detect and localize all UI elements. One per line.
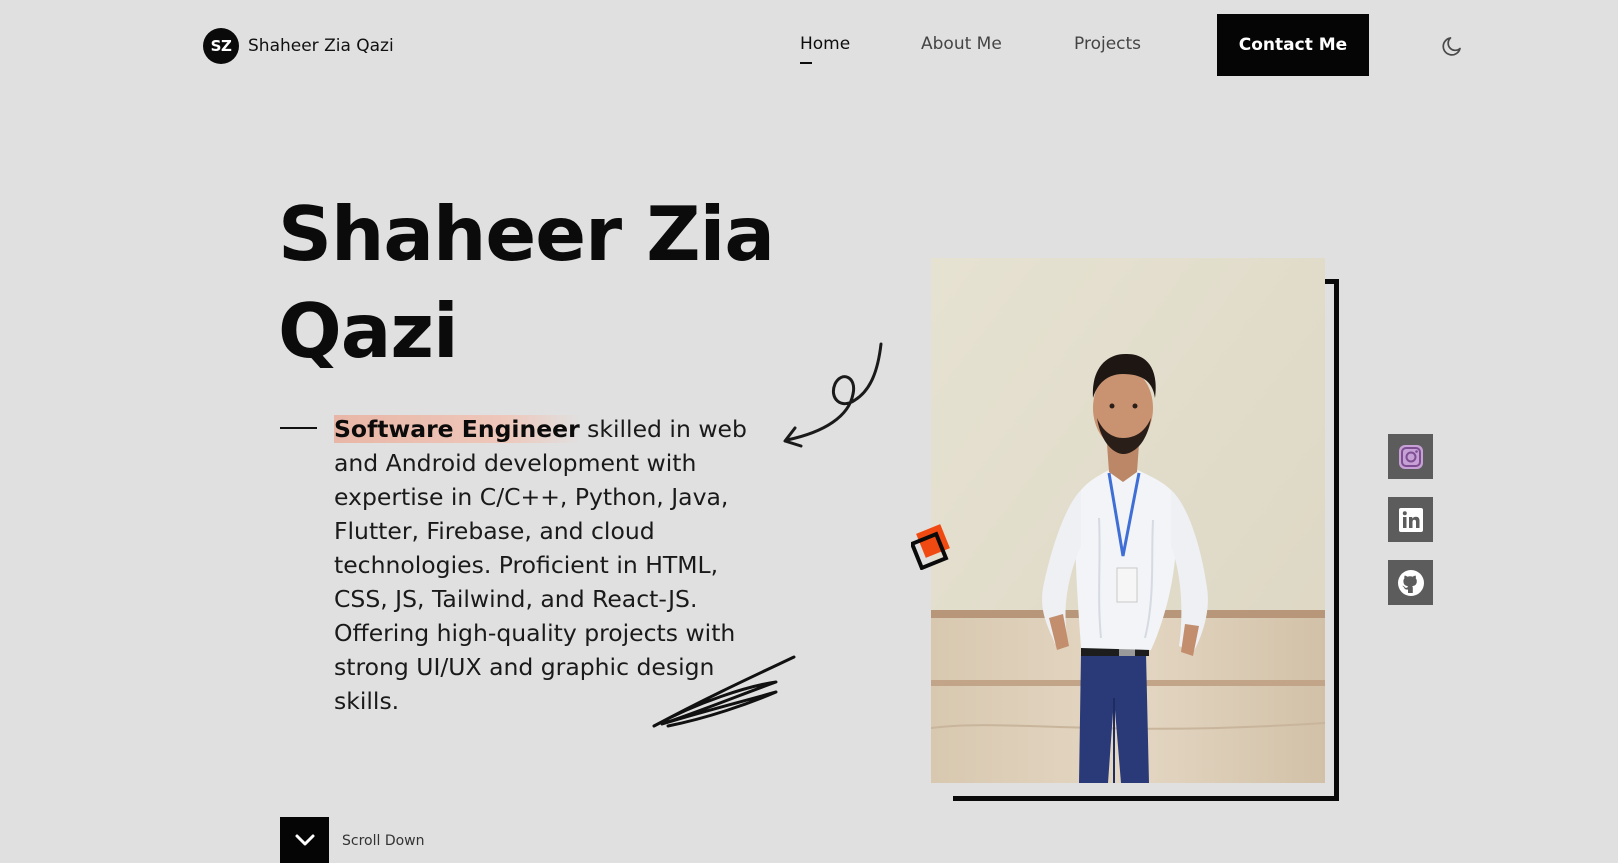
scribble-doodle [652,655,796,728]
nav-about-me[interactable]: About Me [921,34,1002,54]
chevron-down-icon [295,834,314,846]
logo-mark: SZ [203,28,239,64]
github-icon [1397,569,1424,596]
contact-me-button[interactable]: Contact Me [1217,14,1369,76]
logo[interactable]: SZ Shaheer Zia Qazi [203,28,394,64]
github-link[interactable] [1388,560,1433,605]
theme-toggle[interactable] [1440,34,1464,58]
role-highlight: Software Engineer [334,415,580,443]
instagram-link[interactable] [1388,434,1433,479]
scroll-down-label: Scroll Down [342,833,425,849]
moon-icon [1442,37,1461,56]
linkedin-icon [1398,507,1423,532]
nav-projects[interactable]: Projects [1074,34,1141,54]
nav-home-label: Home [800,34,851,54]
profile-photo [931,258,1325,783]
scroll-down-button[interactable] [280,817,329,863]
orange-square-decoration [911,524,950,570]
linkedin-link[interactable] [1388,497,1433,542]
logo-name: Shaheer Zia Qazi [248,36,394,56]
nav-active-indicator [800,62,812,64]
curly-arrow-doodle [783,342,883,448]
nav-projects-label: Projects [1074,34,1142,54]
instagram-icon [1398,444,1423,469]
nav-home[interactable]: Home [800,34,851,64]
nav-about-me-label: About Me [921,34,1002,54]
description-dash [280,427,317,429]
hero-title: Shaheer Zia Qazi [278,190,775,375]
